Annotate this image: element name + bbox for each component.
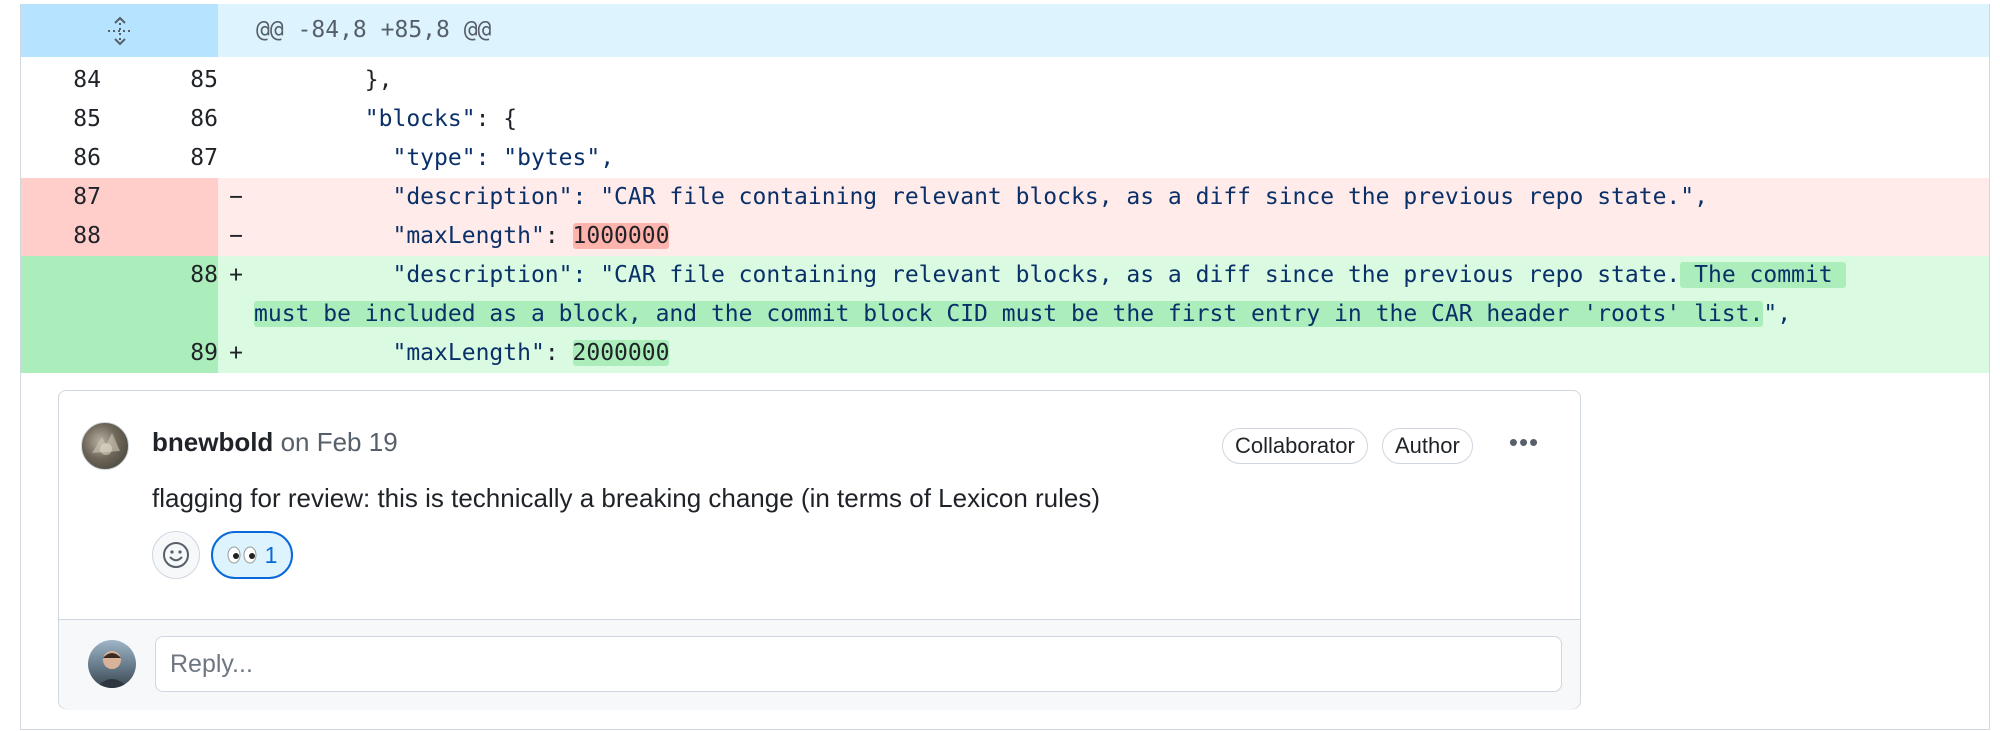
diff-view: @@ -84,8 +85,8 @@ 84 85 }, 85 86 "blocks… <box>20 4 1990 730</box>
added-highlight: must be included as a block, and the com… <box>254 301 1764 327</box>
current-user-avatar <box>88 640 136 688</box>
json-key: "description" <box>392 184 573 210</box>
new-line-number[interactable]: 87 <box>101 139 218 178</box>
line-code: "blocks": { <box>254 100 1989 139</box>
addition-sign: + <box>229 340 243 366</box>
comment-header: bnewbold on Feb 19 <box>152 427 398 458</box>
old-line-number[interactable]: 85 <box>21 100 101 139</box>
new-line-number[interactable]: 88 <box>101 256 218 334</box>
hunk-header: @@ -84,8 +85,8 @@ <box>21 4 1989 57</box>
json-key: "blocks" <box>364 106 476 132</box>
reaction-count: 1 <box>264 541 278 568</box>
json-key: "maxLength" <box>392 340 545 366</box>
review-comment: bnewbold on Feb 19 Collaborator Author •… <box>58 390 1581 709</box>
expand-button[interactable] <box>21 4 218 57</box>
diff-line: 86 87 "type": "bytes", <box>21 139 1989 178</box>
diff-line: 85 86 "blocks": { <box>21 100 1989 139</box>
hunk-header-text: @@ -84,8 +85,8 @@ <box>256 17 492 43</box>
line-code: "description": "CAR file containing rele… <box>254 178 1989 217</box>
reply-input[interactable] <box>155 636 1562 692</box>
expand-icon <box>107 16 132 45</box>
author-name[interactable]: bnewbold <box>152 427 273 457</box>
line-code: "maxLength": 2000000 <box>254 334 1989 373</box>
avatar-image <box>92 433 120 455</box>
old-line-number[interactable]: 88 <box>21 217 101 256</box>
line-code: }, <box>254 67 393 93</box>
json-key: "maxLength" <box>392 223 545 249</box>
json-rest: : { <box>475 106 518 132</box>
json-tail: ", <box>1763 301 1792 327</box>
old-line-number[interactable]: 87 <box>21 178 101 217</box>
json-sep: : <box>544 223 573 249</box>
json-key: "type" <box>392 145 476 171</box>
diff-line: 84 85 }, <box>21 61 1989 100</box>
added-highlight: The commit <box>1680 262 1847 288</box>
eyes-reaction-button[interactable]: 1 <box>211 531 293 579</box>
new-line-number[interactable]: 85 <box>101 61 218 100</box>
smiley-icon <box>163 542 189 568</box>
old-line-number[interactable]: 86 <box>21 139 101 178</box>
author-badge: Author <box>1382 428 1473 464</box>
line-code-wrap: must be included as a block, and the com… <box>218 295 1989 334</box>
comment-date[interactable]: on Feb 19 <box>281 427 398 457</box>
deletion-sign: − <box>229 223 243 249</box>
line-code: "maxLength": 1000000 <box>254 217 1989 256</box>
json-rest: : "CAR file containing relevant blocks, … <box>572 184 1708 210</box>
new-line-number[interactable]: 86 <box>101 100 218 139</box>
json-rest: : "bytes", <box>475 145 615 171</box>
added-line: 89 + "maxLength": 2000000 <box>21 334 1989 373</box>
line-code: "type": "bytes", <box>254 139 1989 178</box>
json-sep: : <box>544 340 573 366</box>
line-code: "description": "CAR file containing rele… <box>254 256 1989 295</box>
add-reaction-button[interactable] <box>152 531 200 579</box>
json-rest: : "CAR file containing relevant blocks, … <box>572 262 1681 288</box>
deleted-line: 87 − "description": "CAR file containing… <box>21 178 1989 217</box>
added-value: 2000000 <box>572 340 670 366</box>
new-line-number[interactable]: 89 <box>101 334 218 373</box>
avatar[interactable] <box>81 422 129 470</box>
old-line-number[interactable]: 84 <box>21 61 101 100</box>
added-line: 88 + "description": "CAR file containing… <box>21 256 1989 334</box>
eyes-emoji-icon <box>227 546 257 564</box>
reply-area <box>59 619 1580 709</box>
deletion-sign: − <box>229 184 243 210</box>
removed-value: 1000000 <box>572 223 670 249</box>
more-options-button[interactable]: ••• <box>1506 427 1542 463</box>
comment-body: flagging for review: this is technically… <box>152 483 1101 513</box>
addition-sign: + <box>229 262 243 288</box>
collaborator-badge: Collaborator <box>1222 428 1368 464</box>
current-user-avatar-image <box>96 651 128 688</box>
json-key: "description" <box>392 262 573 288</box>
deleted-line: 88 − "maxLength": 1000000 <box>21 217 1989 256</box>
